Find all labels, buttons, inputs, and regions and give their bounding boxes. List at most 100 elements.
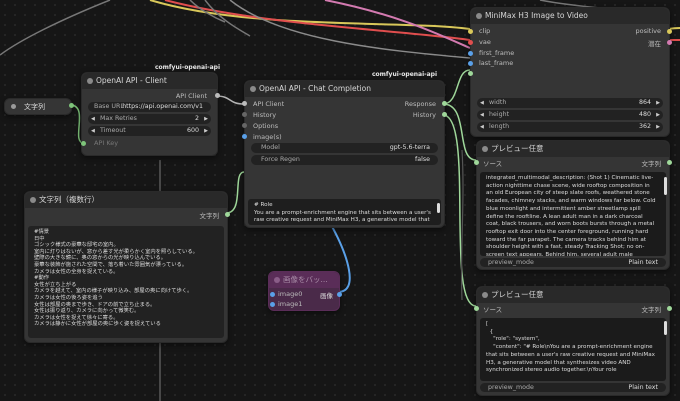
minimax-node-title-bar[interactable]: MiniMax H3 Image to Video [471,8,669,24]
batch-in-image1-dot[interactable] [270,302,275,307]
height-stepper[interactable]: ◀ height 480 ▶ [477,110,663,120]
timeout-decrement-icon[interactable]: ◀ [91,126,95,136]
preview1-scrollbar[interactable] [664,177,667,195]
chat-node-title: OpenAI API - Chat Completion [259,84,371,93]
multiline-string-node[interactable]: 文字列（複数行） 文字列 #情景 日中 ゴシック様式の豪華な邸宅の室内。 室内に… [24,191,230,343]
width-value: 864 [638,99,651,106]
chat-out-response-dot[interactable] [442,101,447,106]
height-increment-icon[interactable]: ▶ [656,110,660,120]
height-decrement-icon[interactable]: ◀ [480,110,484,120]
preview1-out-label: 文字列 [641,160,662,168]
height-label: height [489,111,510,118]
preview2-mode-select[interactable]: preview_mode Plain text [480,383,666,392]
chat-node-collapse-dot[interactable] [250,86,256,92]
minimax-in-clip-dot[interactable] [468,29,473,34]
preview-any-node-1[interactable]: プレビュー任意 ソース 文字列 integrated_multimodal_de… [474,140,672,270]
preview2-out-dot[interactable] [667,306,672,311]
string-node-output-dot[interactable] [69,103,74,108]
system-prompt-scrollbar[interactable] [437,203,440,213]
client-node-collapse-dot[interactable] [87,78,93,84]
preview-any-node-2[interactable]: プレビュー任意 ソース 文字列 [ { "role": "system", "c… [474,286,672,396]
multiline-textarea[interactable]: #情景 日中 ゴシック様式の豪華な邸宅の室内。 室内に灯りはないが、窓から差す光… [28,226,224,338]
base-url-label: Base URL [94,103,124,110]
multiline-node-title: 文字列（複数行） [39,195,99,204]
length-stepper[interactable]: ◀ length 362 ▶ [477,122,663,132]
minimax-i2v-node[interactable]: MiniMax H3 Image to Video clip vae first… [468,7,672,137]
preview2-mode-label: preview_mode [488,384,534,391]
minimax-in-first-label: first_frame [479,49,515,57]
batch-node-title-bar[interactable]: 画像をバッ... [269,272,339,288]
width-label: width [489,99,507,106]
model-field[interactable]: Model gpt-5.6-terra [251,143,438,153]
max-retries-label: Max Retries [100,115,137,122]
api-key-label: API Key [94,139,119,147]
max-retries-decrement-icon[interactable]: ◀ [91,114,95,124]
chat-in-client-dot[interactable] [242,101,247,106]
minimax-out-positive-dot[interactable] [667,29,672,34]
preview2-collapse-dot[interactable] [482,292,488,298]
batch-in-image0-dot[interactable] [270,292,275,297]
chat-in-history-label: History [253,111,277,119]
chat-node-title-bar[interactable]: OpenAI API - Chat Completion [245,81,444,97]
system-prompt-textarea[interactable]: # Role You are a prompt-enrichment engin… [248,199,441,225]
preview1-in-dot[interactable] [474,160,479,165]
preview2-mode-value: Plain text [628,384,658,391]
api-key-input-dot[interactable] [81,141,86,146]
max-retries-increment-icon[interactable]: ▶ [204,114,208,124]
length-increment-icon[interactable]: ▶ [656,122,660,132]
minimax-in-extra-dot[interactable] [468,71,473,76]
preview1-out-dot[interactable] [667,160,672,165]
width-stepper[interactable]: ◀ width 864 ▶ [477,98,663,108]
client-node-title-bar[interactable]: OpenAI API - Client [82,73,217,89]
multiline-node-collapse-dot[interactable] [30,197,36,203]
batch-node-title: 画像をバッ... [283,275,328,284]
minimax-in-first-dot[interactable] [468,51,473,56]
minimax-in-last-dot[interactable] [468,61,473,66]
openai-client-node[interactable]: OpenAI API - Client API Client Base URL … [81,72,220,156]
preview2-scrollbar[interactable] [664,321,667,335]
link-gray-2 [229,0,471,59]
preview1-title-bar[interactable]: プレビュー任意 [477,141,669,157]
timeout-increment-icon[interactable]: ▶ [204,126,208,136]
chat-in-images-label: image(s) [253,133,282,141]
client-output-dot[interactable] [215,93,220,98]
timeout-stepper[interactable]: ◀ Timeout 600 ▶ [88,126,211,136]
minimax-in-vae-label: vae [479,38,491,46]
batch-out-label: 画像 [320,292,333,300]
client-node-badge: comfyui-openai-api [155,64,221,71]
image-batch-node[interactable]: 画像をバッ... image0 image1 画像 [268,271,342,311]
max-retries-stepper[interactable]: ◀ Max Retries 2 ▶ [88,114,211,124]
batch-out-dot[interactable] [337,292,342,297]
multiline-node-title-bar[interactable]: 文字列（複数行） [25,192,227,208]
minimax-out-positive-label: positive [635,27,662,35]
chat-in-images-dot[interactable] [242,134,247,139]
minimax-in-vae-dot[interactable] [468,40,473,45]
length-decrement-icon[interactable]: ◀ [480,122,484,132]
width-increment-icon[interactable]: ▶ [656,98,660,108]
length-value: 362 [638,123,651,130]
chat-out-history-dot[interactable] [442,112,447,117]
chat-in-history-dot[interactable] [242,112,247,117]
preview2-in-dot[interactable] [474,306,479,311]
batch-node-collapse-dot[interactable] [274,277,280,283]
preview2-title-bar[interactable]: プレビュー任意 [477,287,669,303]
preview1-mode-select[interactable]: preview_mode Plain text [480,258,666,267]
width-decrement-icon[interactable]: ◀ [480,98,484,108]
multiline-output-dot[interactable] [225,212,230,217]
preview2-textarea[interactable]: [ { "role": "system", "content": "# Role… [480,318,666,381]
string-node-collapse-dot[interactable] [11,104,16,109]
preview1-textarea[interactable]: integrated_multimodal_description: (Shot… [480,172,666,256]
base-url-field[interactable]: Base URL https://api.openai.com/v1 [88,102,211,112]
minimax-in-last-label: last_frame [479,59,514,67]
minimax-node-collapse-dot[interactable] [476,13,482,19]
string-node-small[interactable]: 文字列 [4,98,72,115]
preview1-mode-value: Plain text [628,259,658,266]
preview1-mode-label: preview_mode [488,259,534,266]
chat-completion-node[interactable]: OpenAI API - Chat Completion API Client … [242,80,447,228]
force-regen-toggle[interactable]: Force Regen false [251,155,438,165]
preview1-collapse-dot[interactable] [482,146,488,152]
minimax-out-latent-dot[interactable] [667,40,672,45]
model-label: Model [261,144,280,151]
chat-in-options-dot[interactable] [242,123,247,128]
batch-in-image0-label: image0 [278,290,303,298]
